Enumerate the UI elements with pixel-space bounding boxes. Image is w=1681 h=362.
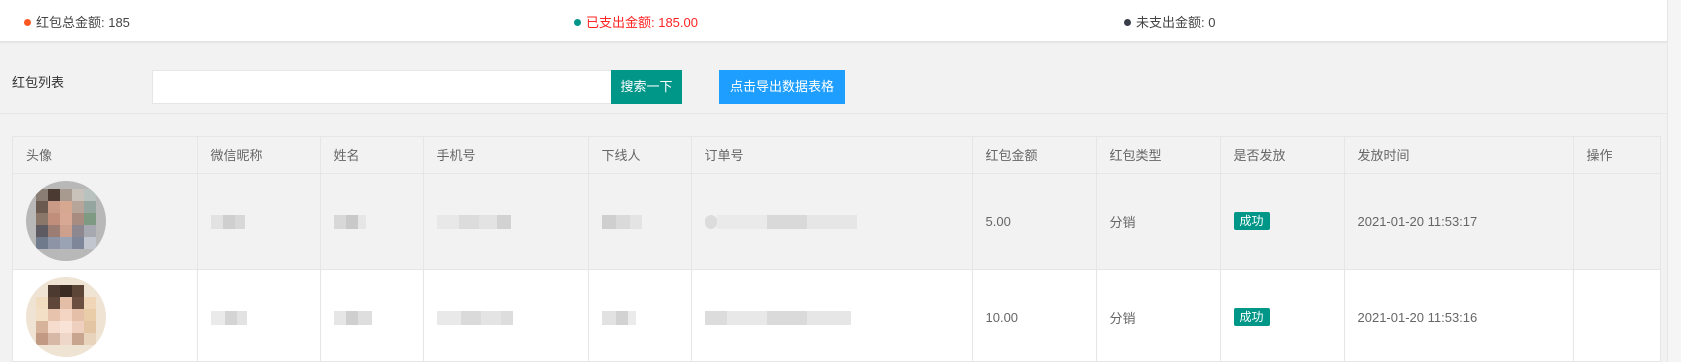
table-row[interactable]: 5.00 分销 成功 2021-01-20 11:53:17	[13, 173, 1660, 270]
header-avatar[interactable]: 头像	[13, 137, 198, 174]
status-badge: 成功	[1233, 212, 1270, 230]
redacted-text	[704, 214, 857, 229]
search-input[interactable]	[152, 70, 612, 104]
wechat-nickname-cell	[197, 173, 321, 270]
redacted-text	[436, 214, 511, 229]
export-table-button[interactable]: 点击导出数据表格	[719, 70, 845, 104]
actions-cell	[1573, 173, 1660, 270]
type-cell: 分销	[1096, 269, 1221, 361]
header-downline[interactable]: 下线人	[588, 137, 692, 174]
table-row[interactable]: 10.00 分销 成功 2021-01-20 11:53:16	[13, 269, 1660, 361]
header-actions[interactable]: 操作	[1573, 137, 1660, 174]
actions-cell	[1573, 269, 1660, 361]
header-wechat-nickname[interactable]: 微信昵称	[197, 137, 321, 174]
table-header-row: 头像 微信昵称 姓名 手机号 下线人 订单号 红包金额 红包类型 是否发放 发放…	[13, 137, 1660, 174]
redacted-text	[333, 214, 366, 229]
downline-cell	[588, 173, 692, 270]
amount-cell: 10.00	[972, 269, 1097, 361]
summary-bar: 红包总金额: 185 已支出金额: 185.00 未支出金额: 0	[0, 0, 1667, 42]
issued-cell: 成功	[1220, 269, 1345, 361]
order-number-cell	[691, 173, 973, 270]
issue-time-cell: 2021-01-20 11:53:17	[1344, 173, 1574, 270]
redacted-text	[704, 310, 851, 325]
orange-dot-icon	[24, 19, 31, 26]
header-issue-time[interactable]: 发放时间	[1344, 137, 1574, 174]
dark-dot-icon	[1124, 19, 1131, 26]
amount-cell: 5.00	[972, 173, 1097, 270]
header-amount[interactable]: 红包金额	[972, 137, 1097, 174]
header-phone[interactable]: 手机号	[423, 137, 589, 174]
vertical-scrollbar[interactable]	[1667, 0, 1681, 362]
header-name[interactable]: 姓名	[320, 137, 424, 174]
redacted-text	[601, 310, 636, 325]
redacted-text	[210, 310, 247, 325]
header-issued[interactable]: 是否发放	[1220, 137, 1345, 174]
name-cell	[320, 173, 424, 270]
header-type[interactable]: 红包类型	[1096, 137, 1221, 174]
avatar[interactable]	[26, 277, 106, 357]
paid-amount-stat: 已支出金额: 185.00	[574, 12, 698, 31]
redacted-text	[436, 310, 513, 325]
total-amount-label: 红包总金额: 185	[36, 15, 130, 30]
header-order-number[interactable]: 订单号	[691, 137, 973, 174]
total-amount-stat: 红包总金额: 185	[24, 12, 130, 31]
paid-amount-label: 已支出金额: 185.00	[586, 15, 698, 30]
unpaid-amount-label: 未支出金额: 0	[1136, 15, 1216, 30]
phone-cell	[423, 173, 589, 270]
wechat-nickname-cell	[197, 269, 321, 361]
list-toolbar: 红包列表 搜索一下 点击导出数据表格	[0, 62, 1667, 114]
avatar-cell	[13, 173, 198, 270]
order-number-cell	[691, 269, 973, 361]
unpaid-amount-stat: 未支出金额: 0	[1124, 12, 1215, 31]
redacted-text	[210, 214, 245, 229]
type-cell: 分销	[1096, 173, 1221, 270]
downline-cell	[588, 269, 692, 361]
redacted-text	[601, 214, 642, 229]
issue-time-cell: 2021-01-20 11:53:16	[1344, 269, 1574, 361]
list-title: 红包列表	[12, 75, 65, 90]
phone-cell	[423, 269, 589, 361]
avatar-cell	[13, 269, 198, 361]
search-button[interactable]: 搜索一下	[611, 70, 682, 104]
avatar[interactable]	[26, 181, 106, 261]
redacted-text	[333, 310, 372, 325]
red-packet-table: 头像 微信昵称 姓名 手机号 下线人 订单号 红包金额 红包类型 是否发放 发放…	[12, 136, 1661, 362]
name-cell	[320, 269, 424, 361]
teal-dot-icon	[574, 19, 581, 26]
status-badge: 成功	[1233, 308, 1270, 326]
issued-cell: 成功	[1220, 173, 1345, 270]
